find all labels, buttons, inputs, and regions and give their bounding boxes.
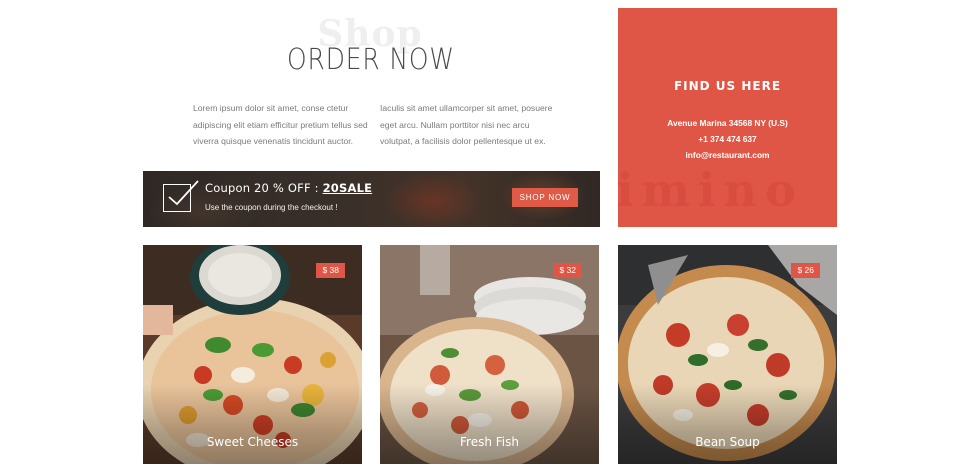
coupon-code: 20SALE [322,181,373,195]
product-card-bean-soup[interactable]: $ 26 Bean Soup [618,245,837,464]
checkbox-check-icon [163,180,199,212]
price-badge: $ 32 [553,263,582,278]
card-shade [380,384,599,464]
find-us-title: FIND US HERE [673,79,782,93]
coupon-subtitle: Use the coupon during the checkout ! [205,203,338,212]
price-badge: $ 26 [791,263,820,278]
price-badge: $ 38 [316,263,345,278]
shop-now-button[interactable]: SHOP NOW [512,188,578,207]
order-text-right: Iaculis sit amet ullamcorper sit amet, p… [380,103,553,146]
find-us-address: Avenue Marina 34568 NY (U.S) [667,118,788,128]
coupon-banner: Coupon 20 % OFF : 20SALE Use the coupon … [143,171,600,227]
page-title: ORDER NOW [287,42,455,76]
find-us-card: imino FIND US HERE Avenue Marina 34568 N… [618,8,837,227]
product-card-sweet-cheeses[interactable]: $ 38 Sweet Cheeses [143,245,362,464]
find-us-watermark: imino [618,163,804,217]
coupon-title-prefix: Coupon 20 % OFF : [205,181,323,195]
find-us-phone[interactable]: +1 374 474 637 [618,134,837,144]
product-name: Sweet Cheeses [206,435,299,449]
coupon-title: Coupon 20 % OFF : 20SALE [205,181,372,195]
card-shade [143,384,362,464]
product-card-fresh-fish[interactable]: $ 32 Fresh Fish [380,245,599,464]
product-name: Fresh Fish [460,435,519,449]
product-name: Bean Soup [695,435,760,449]
order-text-left: Lorem ipsum dolor sit amet, conse ctetur… [193,103,368,146]
card-shade [618,384,837,464]
find-us-email[interactable]: info@restaurant.com [618,150,837,160]
